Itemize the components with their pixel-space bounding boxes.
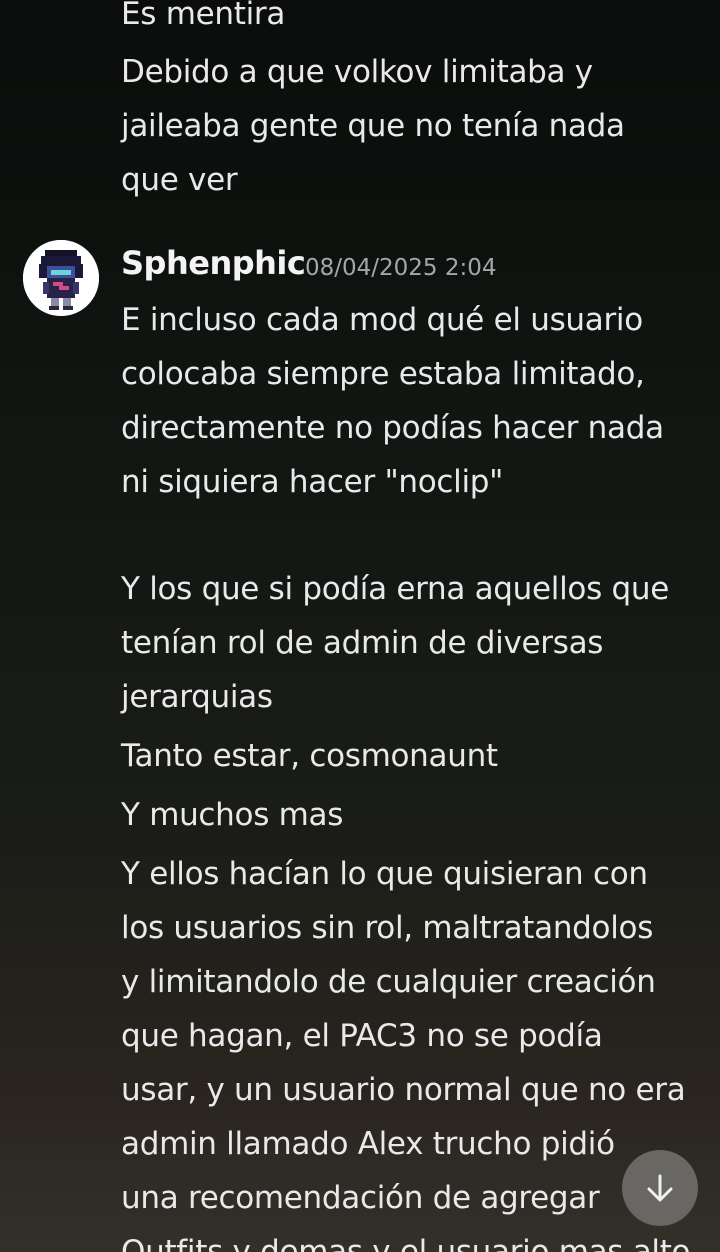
message-timestamp: 08/04/2025 2:04 <box>305 255 497 281</box>
message-text-line: Outfits y demas y el usuario mas alto <box>121 1234 691 1252</box>
message-text-line: admin llamado Alex trucho pidió <box>121 1126 615 1162</box>
message-text-line: usar, y un usuario normal que no era <box>121 1072 686 1108</box>
message-text-line: jaileaba gente que no tenía nada <box>121 108 625 144</box>
jump-to-latest-button[interactable] <box>622 1150 698 1226</box>
pixel-character-avatar-icon <box>23 240 99 316</box>
message-text-line: Y los que si podía erna aquellos que <box>121 571 669 607</box>
chat-message-list[interactable]: Es mentira Debido a que volkov limitaba … <box>0 0 720 1252</box>
arrow-down-icon <box>647 1174 673 1202</box>
message-author-name[interactable]: Sphenphic <box>121 244 306 282</box>
message-text-line: que hagan, el PAC3 no se podía <box>121 1018 603 1054</box>
message-text-line: los usuarios sin rol, maltratandolos <box>121 910 654 946</box>
message-text-line: colocaba siempre estaba limitado, <box>121 356 645 392</box>
message-text-line: Tanto estar, cosmonaunt <box>121 738 498 774</box>
message-text-line: directamente no podías hacer nada <box>121 410 664 446</box>
message-text-line: Debido a que volkov limitaba y <box>121 54 593 90</box>
message-text-line: E incluso cada mod qué el usuario <box>121 302 643 338</box>
message-text-line: jerarquias <box>121 679 273 715</box>
message-text-line: Es mentira <box>121 0 286 32</box>
message-text-line: tenían rol de admin de diversas <box>121 625 604 661</box>
message-text-line: Y muchos mas <box>121 797 344 833</box>
message-text-line: una recomendación de agregar <box>121 1180 600 1216</box>
message-text-line: y limitandolo de cualquier creación <box>121 964 656 1000</box>
message-text-line: que ver <box>121 162 238 198</box>
user-avatar[interactable] <box>23 240 99 316</box>
message-text-line: ni siquiera hacer "noclip" <box>121 464 504 500</box>
message-text-line: Y ellos hacían lo que quisieran con <box>121 856 648 892</box>
